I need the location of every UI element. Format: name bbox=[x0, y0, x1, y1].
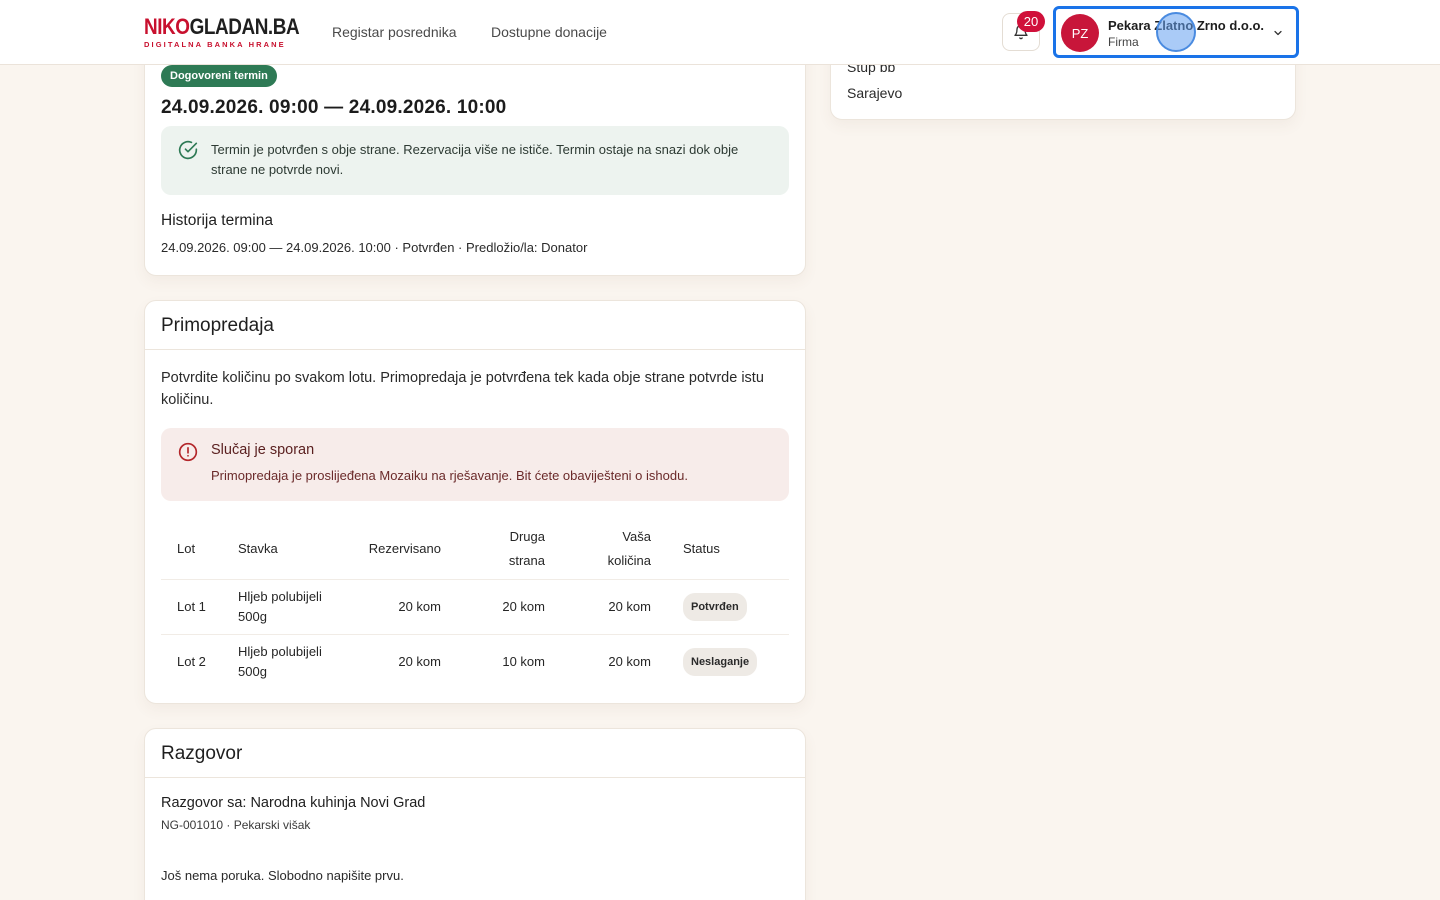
item-cell: Hljeb polubijeli 500g bbox=[222, 578, 342, 634]
table-header-row: Lot Stavka Rezervisano Druga strana Vaša… bbox=[161, 519, 789, 579]
nav-link-dostupne-donacije[interactable]: Dostupne donacije bbox=[491, 24, 607, 40]
reserved-cell: 20 kom bbox=[342, 578, 457, 634]
your-quantity-cell: 20 kom bbox=[561, 578, 667, 634]
conversation-empty-state: Još nema poruka. Slobodno napišite prvu. bbox=[161, 868, 404, 883]
site-logo[interactable]: NIKOGLADAN.BA DIGITALNA BANKA HRANE bbox=[144, 16, 325, 49]
dispute-alert-text: Primopredaja je proslijeđena Mozaiku na … bbox=[211, 468, 688, 483]
term-card: Dogovoreni termin 24.09.2026. 09:00 — 24… bbox=[144, 40, 806, 276]
term-history-entry: 24.09.2026. 09:00 — 24.09.2026. 10:00 · … bbox=[161, 240, 588, 255]
lots-table: Lot Stavka Rezervisano Druga strana Vaša… bbox=[161, 519, 789, 689]
other-party-cell: 10 kom bbox=[457, 633, 561, 689]
your-quantity-cell: 20 kom bbox=[561, 633, 667, 689]
conversation-title: Razgovor bbox=[145, 729, 805, 778]
status-badge: Neslaganje bbox=[683, 647, 758, 676]
handover-card: Primopredaja Potvrdite količinu po svako… bbox=[144, 300, 806, 704]
column-header-lot: Lot bbox=[177, 540, 196, 556]
conversation-partner: Razgovor sa: Narodna kuhinja Novi Grad bbox=[161, 795, 426, 811]
item-cell: Hljeb polubijeli 500g bbox=[222, 633, 342, 689]
dispute-alert: Slučaj je sporan Primopredaja je proslij… bbox=[161, 428, 789, 501]
dispute-alert-title: Slučaj je sporan bbox=[211, 442, 315, 458]
handover-intro: Potvrdite količinu po svakom lotu. Primo… bbox=[161, 370, 764, 408]
column-header-your-quantity: Vaša količina bbox=[607, 528, 651, 568]
nav-link-registar-posrednika[interactable]: Registar posrednika bbox=[332, 24, 457, 40]
chevron-down-icon bbox=[1274, 30, 1282, 36]
term-confirmed-notice: Termin je potvrđen s obje strane. Rezerv… bbox=[161, 126, 789, 195]
conversation-card: Razgovor Razgovor sa: Narodna kuhinja No… bbox=[144, 728, 806, 900]
lot-cell: Lot 2 bbox=[161, 633, 222, 689]
reserved-cell: 20 kom bbox=[342, 633, 457, 689]
column-header-reserved: Rezervisano bbox=[368, 540, 441, 556]
status-cell: Neslaganje bbox=[667, 633, 789, 689]
avatar: PZ bbox=[1061, 14, 1099, 52]
table-row: Lot 1 Hljeb polubijeli 500g 20 kom 20 ko… bbox=[161, 578, 789, 634]
notifications-count-badge: 20 bbox=[1017, 11, 1045, 32]
status-cell: Potvrđen bbox=[667, 578, 789, 634]
table-row: Lot 2 Hljeb polubijeli 500g 20 kom 10 ko… bbox=[161, 633, 789, 689]
mouse-cursor-indicator bbox=[1156, 12, 1196, 52]
column-header-other-party: Druga strana bbox=[508, 528, 545, 568]
logo-tagline: DIGITALNA BANKA HRANE bbox=[144, 40, 286, 49]
column-header-item: Stavka bbox=[238, 540, 278, 556]
top-navigation-bar: NIKOGLADAN.BA DIGITALNA BANKA HRANE Regi… bbox=[0, 0, 1440, 65]
handover-title: Primopredaja bbox=[145, 301, 805, 350]
conversation-meta: NG-001010 · Pekarski višak bbox=[161, 818, 311, 832]
address-city: Sarajevo bbox=[847, 85, 903, 101]
status-badge: Potvrđen bbox=[683, 592, 747, 621]
user-role: Firma bbox=[1108, 35, 1139, 49]
term-title: 24.09.2026. 09:00 — 24.09.2026. 10:00 bbox=[161, 97, 507, 118]
term-confirmed-text: Termin je potvrđen s obje strane. Rezerv… bbox=[211, 142, 739, 177]
logo-wordmark: NIKOGLADAN.BA bbox=[144, 14, 300, 39]
column-header-status: Status bbox=[683, 540, 720, 556]
alert-circle-icon bbox=[178, 442, 198, 462]
lot-cell: Lot 1 bbox=[161, 578, 222, 634]
term-history-title: Historija termina bbox=[161, 212, 273, 229]
check-circle-icon bbox=[178, 140, 198, 160]
status-badge: Dogovoreni termin bbox=[161, 65, 277, 87]
other-party-cell: 20 kom bbox=[457, 578, 561, 634]
